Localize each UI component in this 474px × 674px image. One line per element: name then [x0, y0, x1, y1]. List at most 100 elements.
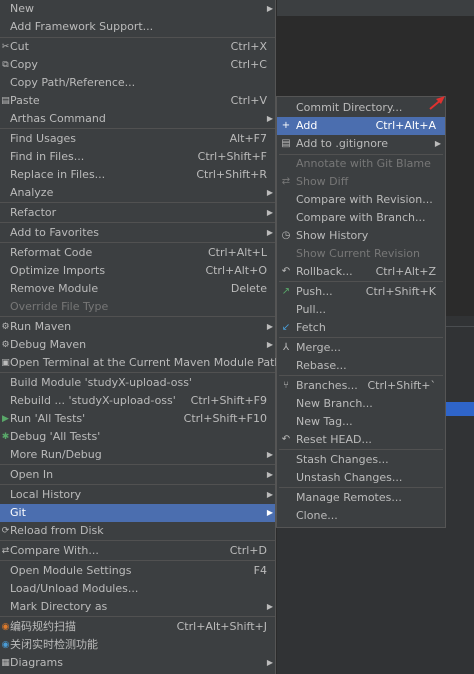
git-item-shortcut: Ctrl+Alt+Z: [375, 265, 436, 278]
git-item-merge[interactable]: ⅄ Merge...: [277, 339, 445, 357]
menu-item-add-to-favorites[interactable]: Add to Favorites ▶: [0, 224, 275, 242]
git-item-new-branch[interactable]: New Branch...: [277, 395, 445, 413]
menu-item-diagrams[interactable]: ▦ Diagrams ▶: [0, 654, 275, 672]
menu-item-debug-all-tests[interactable]: ✱ Debug 'All Tests': [0, 428, 275, 446]
menu-item-shortcut: Ctrl+C: [230, 58, 267, 71]
menu-item-label: Override File Type: [10, 300, 109, 313]
menu-item-label: 关闭实时检测功能: [10, 638, 98, 651]
selected-tree-row: [446, 402, 474, 416]
menu-item-find-usages[interactable]: Find Usages Alt+F7: [0, 130, 275, 148]
menu-item-add-framework-support[interactable]: Add Framework Support...: [0, 18, 275, 36]
menu-item-label: Remove Module: [10, 282, 99, 295]
git-item-compare-with-branch[interactable]: Compare with Branch...: [277, 209, 445, 227]
menu-item-open-terminal-at-the-current-maven-module-path[interactable]: ▣ Open Terminal at the Current Maven Modu…: [0, 354, 281, 372]
git-item-show-history[interactable]: ◷ Show History: [277, 227, 445, 245]
menu-item-34[interactable]: ◉ 关闭实时检测功能: [0, 636, 275, 654]
menu-item-git[interactable]: Git ▶: [0, 504, 275, 522]
git-item-reset-head[interactable]: ↶ Reset HEAD...: [277, 431, 445, 449]
menu-item-copy-path-reference[interactable]: Copy Path/Reference...: [0, 74, 275, 92]
git-separator: [279, 337, 443, 338]
menu-item-remove-module[interactable]: Remove Module Delete: [0, 280, 275, 298]
menu-item-more-run-debug[interactable]: More Run/Debug ▶: [0, 446, 275, 464]
menu-separator: [0, 128, 275, 129]
git-item-commit-directory[interactable]: Commit Directory...: [277, 99, 445, 117]
menu-item-analyze[interactable]: Analyze ▶: [0, 184, 275, 202]
git-item-new-tag[interactable]: New Tag...: [277, 413, 445, 431]
menu-item-33[interactable]: ◉ 编码规约扫描 Ctrl+Alt+Shift+J: [0, 618, 275, 636]
menu-item-run-maven[interactable]: ⚙ Run Maven ▶: [0, 318, 275, 336]
menu-item-replace-in-files[interactable]: Replace in Files... Ctrl+Shift+R: [0, 166, 275, 184]
git-item-branches[interactable]: ⑂ Branches... Ctrl+Shift+`: [277, 377, 445, 395]
git-item-add-to-gitignore[interactable]: ▤ Add to .gitignore ▶: [277, 135, 445, 153]
menu-item-run-all-tests[interactable]: ▶ Run 'All Tests' Ctrl+Shift+F10: [0, 410, 275, 428]
menu-item-shortcut: Ctrl+Shift+R: [196, 168, 267, 181]
git-item-label: Compare with Revision...: [296, 193, 433, 206]
menu-item-compare-with[interactable]: ⇄ Compare With... Ctrl+D: [0, 542, 275, 560]
menu-item-arthas-command[interactable]: Arthas Command ▶: [0, 110, 275, 128]
menu-item-label: Copy Path/Reference...: [10, 76, 136, 89]
git-item-label: Rebase...: [296, 359, 347, 372]
git-item-add[interactable]: + Add Ctrl+Alt+A: [277, 117, 445, 135]
menu-item-shortcut: Ctrl+X: [230, 40, 267, 53]
menu-item-refactor[interactable]: Refactor ▶: [0, 204, 275, 222]
git-separator: [279, 487, 443, 488]
menu-item-find-in-files[interactable]: Find in Files... Ctrl+Shift+F: [0, 148, 275, 166]
git-item-shortcut: Ctrl+Shift+K: [365, 285, 436, 298]
git-item-show-current-revision: Show Current Revision: [277, 245, 445, 263]
git-item-compare-with-revision[interactable]: Compare with Revision...: [277, 191, 445, 209]
menu-separator: [0, 616, 275, 617]
menu-item-22-icon: ▶: [2, 414, 9, 424]
menu-item-reload-from-disk[interactable]: ⟳ Reload from Disk: [0, 522, 275, 540]
menu-item-build-module-studyx-upload-oss[interactable]: Build Module 'studyX-upload-oss': [0, 374, 275, 392]
git-item-13-icon: ⅄: [282, 342, 290, 353]
git-item-fetch[interactable]: ↙ Fetch: [277, 319, 445, 337]
menu-item-optimize-imports[interactable]: Optimize Imports Ctrl+Alt+O: [0, 262, 275, 280]
git-item-push[interactable]: ↗ Push... Ctrl+Shift+K: [277, 283, 445, 301]
menu-item-shortcut: Ctrl+Alt+O: [205, 264, 267, 277]
menu-item-rebuild-studyx-upload-oss[interactable]: Rebuild ... 'studyX-upload-oss' Ctrl+Shif…: [0, 392, 275, 410]
git-item-label: Compare with Branch...: [296, 211, 426, 224]
git-item-label: Annotate with Git Blame: [296, 157, 431, 170]
menu-item-label: Debug 'All Tests': [10, 430, 101, 443]
menu-item-shortcut: Delete: [230, 282, 267, 295]
git-item-12-icon: ↙: [281, 322, 291, 333]
menu-item-label: Compare With...: [10, 544, 99, 557]
menu-item-mark-directory-as[interactable]: Mark Directory as ▶: [0, 598, 275, 616]
git-item-stash-changes[interactable]: Stash Changes...: [277, 451, 445, 469]
menu-item-open-in[interactable]: Open In ▶: [0, 466, 275, 484]
menu-item-shortcut: Ctrl+Shift+F: [197, 150, 267, 163]
submenu-arrow-icon: ▶: [266, 508, 273, 517]
menu-item-debug-maven[interactable]: ⚙ Debug Maven ▶: [0, 336, 275, 354]
git-item-rebase[interactable]: Rebase...: [277, 357, 445, 375]
menu-separator: [0, 484, 275, 485]
menu-item-cut[interactable]: ✂ Cut Ctrl+X: [0, 38, 275, 56]
git-submenu: Commit Directory... + Add Ctrl+Alt+A ▤ Add to…: [276, 96, 446, 528]
git-item-shortcut: Ctrl+Shift+`: [367, 379, 436, 392]
git-item-label: Manage Remotes...: [296, 491, 402, 504]
menu-item-reformat-code[interactable]: Reformat Code Ctrl+Alt+L: [0, 244, 275, 262]
git-item-clone[interactable]: Clone...: [277, 507, 445, 525]
menu-item-label: Copy: [10, 58, 38, 71]
menu-item-label: Replace in Files...: [10, 168, 106, 181]
git-item-label: Commit Directory...: [296, 101, 403, 114]
menu-item-label: Find in Files...: [10, 150, 85, 163]
git-item-unstash-changes[interactable]: Unstash Changes...: [277, 469, 445, 487]
git-item-pull[interactable]: Pull...: [277, 301, 445, 319]
submenu-arrow-icon: ▶: [266, 450, 273, 459]
menu-item-load-unload-modules[interactable]: Load/Unload Modules...: [0, 580, 275, 598]
menu-item-new[interactable]: New ▶: [0, 0, 275, 18]
git-item-manage-remotes[interactable]: Manage Remotes...: [277, 489, 445, 507]
git-item-rollback[interactable]: ↶ Rollback... Ctrl+Alt+Z: [277, 263, 445, 281]
menu-item-paste[interactable]: ▤ Paste Ctrl+V: [0, 92, 275, 110]
submenu-arrow-icon: ▶: [266, 114, 273, 123]
menu-item-label: Rebuild ... 'studyX-upload-oss': [10, 394, 176, 407]
menu-item-local-history[interactable]: Local History ▶: [0, 486, 275, 504]
menu-item-29-icon: ⇄: [1, 546, 10, 556]
menu-item-label: Local History: [10, 488, 82, 501]
context-menu: New ▶ Add Framework Support... ✂ Cut Ctrl+X ⧉ C…: [0, 0, 281, 674]
menu-item-open-module-settings[interactable]: Open Module Settings F4: [0, 562, 275, 580]
git-item-label: Clone...: [296, 509, 338, 522]
git-item-label: Unstash Changes...: [296, 471, 403, 484]
git-item-label: New Tag...: [296, 415, 353, 428]
menu-item-copy[interactable]: ⧉ Copy Ctrl+C: [0, 56, 275, 74]
